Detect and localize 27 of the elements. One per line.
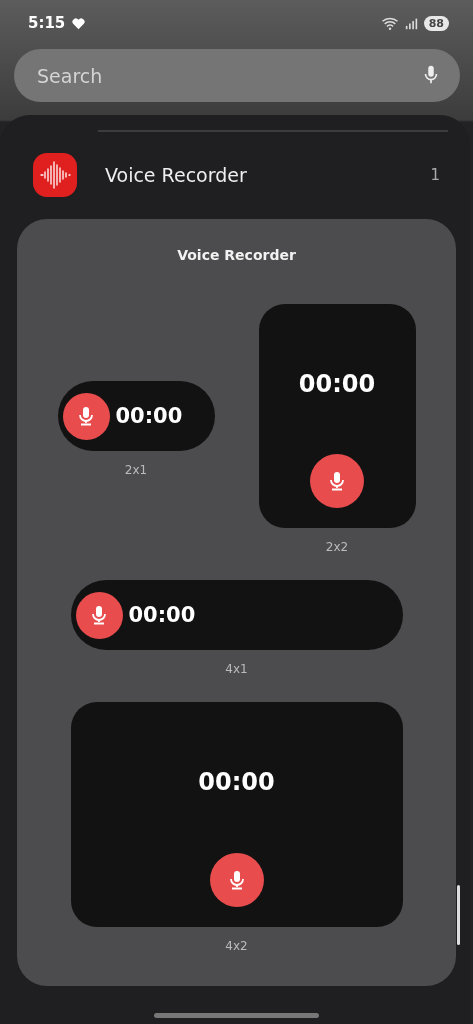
size-label: 4x2 <box>225 939 248 953</box>
heart-icon <box>71 15 87 31</box>
recorder-widget[interactable]: 00:00 <box>57 381 215 451</box>
search-field[interactable]: Search <box>14 49 460 102</box>
recorder-widget[interactable]: 00:00 <box>258 304 416 528</box>
timer: 00:00 <box>115 404 183 428</box>
size-label: 2x2 <box>325 540 349 554</box>
size-label: 4x1 <box>225 662 248 676</box>
widget-count: 1 <box>430 166 440 184</box>
record-button[interactable] <box>62 392 110 440</box>
wifi-icon <box>380 15 399 31</box>
record-button[interactable] <box>75 591 123 639</box>
signal-icon <box>404 16 418 30</box>
timer: 00:00 <box>198 768 275 796</box>
app-icon <box>33 153 77 197</box>
battery-level: 88 <box>423 15 449 31</box>
clock: 5:15 <box>28 14 66 32</box>
timer: 00:00 <box>298 370 376 398</box>
panel-title: Voice Recorder <box>177 247 296 263</box>
record-button[interactable] <box>209 853 264 907</box>
timer: 00:00 <box>128 603 196 627</box>
scrollbar <box>457 885 460 945</box>
recorder-widget[interactable]: 00:00 <box>70 702 403 927</box>
recorder-widget[interactable]: 00:00 <box>70 580 403 650</box>
record-button[interactable] <box>310 454 364 508</box>
app-name[interactable]: Voice Recorder <box>105 164 431 186</box>
size-label: 2x1 <box>124 463 148 477</box>
